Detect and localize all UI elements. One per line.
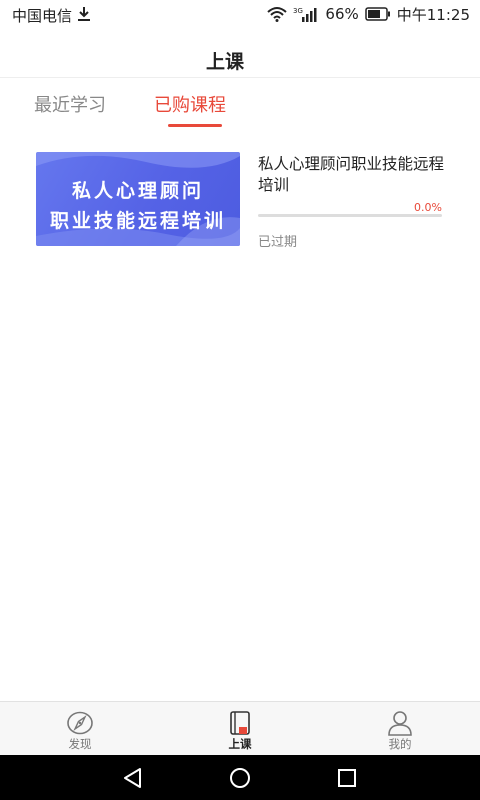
home-icon[interactable] [228, 766, 252, 790]
signal-icon: 3G [293, 7, 317, 22]
page-title: 上课 [205, 51, 244, 73]
bottom-navigation: 发现 上课 我的 [0, 701, 480, 755]
nav-item-mine[interactable]: 我的 [360, 702, 440, 756]
nav-label-discover: 发现 [68, 737, 92, 751]
progress-bar [258, 214, 442, 217]
nav-item-class[interactable]: 上课 [200, 702, 280, 756]
battery-icon [365, 7, 390, 21]
clock: 中午11:25 [396, 5, 470, 24]
cover-title-line-1: 私人心理顾问 [71, 180, 204, 202]
user-icon [388, 711, 412, 736]
status-indicators: 3G 66% 中午11:25 [267, 4, 470, 24]
compass-icon [67, 711, 93, 735]
progress-percent: 0.0% [414, 201, 442, 214]
network-type: 3G [293, 7, 303, 15]
nav-label-mine: 我的 [388, 737, 412, 751]
header: 上课 [0, 28, 480, 78]
download-icon [78, 7, 90, 21]
course-cover-image: 私人心理顾问 职业技能远程培训 [36, 152, 240, 246]
nav-item-discover[interactable]: 发现 [40, 702, 120, 756]
book-icon [230, 711, 250, 735]
active-tab-indicator [168, 124, 222, 127]
wifi-icon [267, 7, 288, 22]
course-card[interactable]: 私人心理顾问 职业技能远程培训 私人心理顾问职业技能远程培训 0.0% 已过期 [36, 152, 446, 250]
tab-bar: 最近学习 已购课程 [0, 80, 480, 130]
nav-label-class: 上课 [228, 737, 252, 751]
tab-purchased-courses[interactable]: 已购课程 [154, 91, 226, 117]
battery-percent: 66% [325, 5, 359, 23]
course-status: 已过期 [258, 235, 298, 250]
course-title: 私人心理顾问职业技能远程培训 [258, 155, 445, 194]
carrier-name: 中国电信 [12, 7, 73, 25]
cover-title-line-2: 职业技能远程培训 [49, 210, 226, 232]
recents-icon[interactable] [335, 766, 359, 790]
system-navigation-bar [0, 755, 480, 800]
tab-recent-learning[interactable]: 最近学习 [34, 91, 106, 117]
status-bar: 中国电信 3G 66% 中午11:25 [0, 0, 480, 28]
back-icon[interactable] [121, 766, 145, 790]
